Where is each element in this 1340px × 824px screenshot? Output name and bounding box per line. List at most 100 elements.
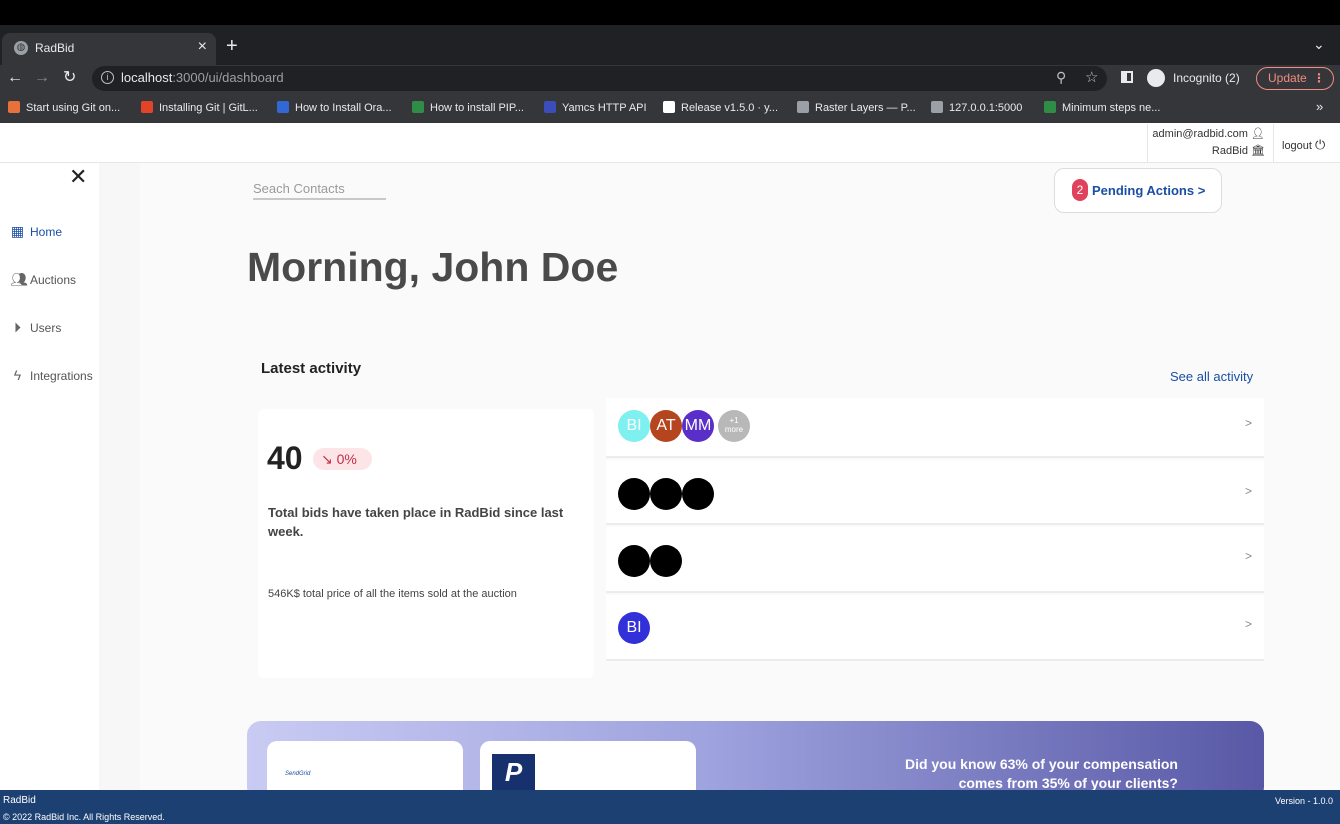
account-email: admin@radbid.com 👤︎ [1152,128,1265,140]
sendgrid-logo: SendGrid [285,771,311,777]
logout-button[interactable]: logout ⏻ [1282,137,1325,153]
bookmark-item[interactable]: Start using Git on... [8,101,120,114]
avatar [618,545,650,577]
update-button[interactable]: Update ⋮ [1256,67,1334,90]
forward-icon[interactable]: → [34,68,50,88]
trend-down-icon: ↘ [321,451,333,467]
new-tab-icon[interactable]: + [226,35,238,57]
avatar: BI [618,410,650,442]
bookmark-label: How to Install Ora... [295,102,392,114]
url-text[interactable]: localhost:3000/ui/dashboard [121,70,284,85]
section-title: Latest activity [261,360,362,377]
account-org: RadBid 🏛︎ [1211,145,1265,157]
power-icon: ⏻ [1315,137,1326,152]
os-top-bar [0,0,1340,25]
info-icon[interactable]: i [101,71,114,84]
github-icon [663,101,675,113]
geeks-icon [412,101,424,113]
bookmark-item[interactable]: How to Install Ora... [277,101,392,114]
footer-version: Version - 1.0.0 [1274,796,1333,806]
git-icon [8,101,20,113]
side-panel-icon[interactable] [1121,71,1133,83]
bolt-icon: ϟ [13,367,22,383]
globe-icon: ◍ [14,41,28,55]
incognito-label[interactable]: Incognito (2) [1173,71,1240,85]
bank-icon: 🏛︎ [1251,145,1265,157]
sidebar-item-auctions[interactable]: 👥︎ Auctions [10,272,76,287]
sidebar-item-home[interactable]: ▦ Home [10,224,62,239]
bookmark-item[interactable]: Release v1.5.0 · y... [663,101,778,114]
page-title: Morning, John Doe [247,244,619,290]
stat-description: Total bids have taken place in RadBid si… [268,505,564,539]
more-avatars-badge: +1 more [718,410,750,442]
chevron-down-icon[interactable]: ⌄ [1313,36,1325,53]
bookmark-item[interactable]: Raster Layers — P... [797,101,916,114]
chevron-right-icon: > [1244,484,1252,498]
reload-icon[interactable]: ↻ [63,68,76,88]
back-icon[interactable]: ← [7,68,23,88]
paypal-logo: P [492,754,535,791]
star-icon[interactable]: ☆ [1085,68,1098,86]
bookmark-item[interactable]: How to install PIP... [412,101,524,114]
pending-count-badge: 2 [1072,179,1088,201]
chevron-right-icon: > [1244,416,1252,430]
bookmark-label: How to install PIP... [430,102,524,114]
window-icon [931,101,943,113]
bookmark-item[interactable]: Yamcs HTTP API [544,101,647,114]
sidebar [0,163,99,778]
incognito-icon[interactable] [1147,69,1165,87]
bookmark-item[interactable]: Installing Git | GitL... [141,101,258,114]
bookmark-label: Installing Git | GitL... [159,102,258,114]
app-header [0,123,1340,163]
browser-tab[interactable]: ◍ RadBid × [2,33,216,65]
search-input[interactable] [253,178,386,200]
divider [1273,124,1274,162]
divider [1147,124,1148,162]
pending-actions-label[interactable]: Pending Actions > [1092,183,1205,198]
close-tab-icon[interactable]: × [198,38,207,56]
bookmark-label: Release v1.5.0 · y... [681,102,779,114]
tab-title: RadBid [35,41,75,55]
avatar: MM [682,410,714,442]
bookmark-label: Raster Layers — P... [815,102,916,114]
play-circle-icon: ⏵ [14,319,21,335]
activity-row[interactable]: > [606,527,1264,593]
bookmark-label: 127.0.0.1:5000 [949,102,1023,114]
gitlab-icon [141,101,153,113]
grid-icon: ▦ [10,223,25,239]
users-icon: 👥︎ [10,271,28,287]
bookmark-item[interactable]: 127.0.0.1:5000 [931,101,1022,114]
bookmark-label: Start using Git on... [26,102,121,114]
stat-card [258,409,594,678]
avatar: BI [618,612,650,644]
yamcs-icon [544,101,556,113]
avatar [650,478,682,510]
sidebar-item-integrations[interactable]: ϟ Integrations [10,368,93,383]
trend-badge: ↘ 0% [313,448,372,470]
more-vert-icon: ⋮ [1313,71,1325,85]
avatar: AT [650,410,682,442]
bookmark-item[interactable]: Minimum steps ne... [1044,101,1160,114]
see-all-activity-link[interactable]: See all activity [1170,369,1253,384]
h-icon [277,101,289,113]
bookmark-label: Minimum steps ne... [1062,102,1161,114]
bookmarks-overflow-icon[interactable]: » [1316,99,1323,114]
user-icon: 👤︎ [1251,128,1265,140]
globe-icon [797,101,809,113]
zoom-icon[interactable]: ⚲ [1056,69,1066,86]
activity-row[interactable]: > [606,595,1264,661]
close-icon[interactable]: ✕ [69,165,87,189]
footer-copyright: © 2022 RadBid Inc. All Rights Reserved. [3,812,165,822]
sidebar-item-users[interactable]: ⏵ Users [10,320,61,335]
stat-value: 40 [267,440,303,476]
avatar [650,545,682,577]
chevron-right-icon: > [1244,617,1252,631]
banner-text: Did you know 63% of your compensation co… [904,756,1178,791]
geeks-icon [1044,101,1056,113]
footer [0,790,1340,824]
avatar [682,478,714,510]
footer-brand: RadBid [3,795,36,806]
bookmark-label: Yamcs HTTP API [562,102,647,114]
chevron-right-icon: > [1244,549,1252,563]
stat-subtext: 546K$ total price of all the items sold … [268,588,517,600]
